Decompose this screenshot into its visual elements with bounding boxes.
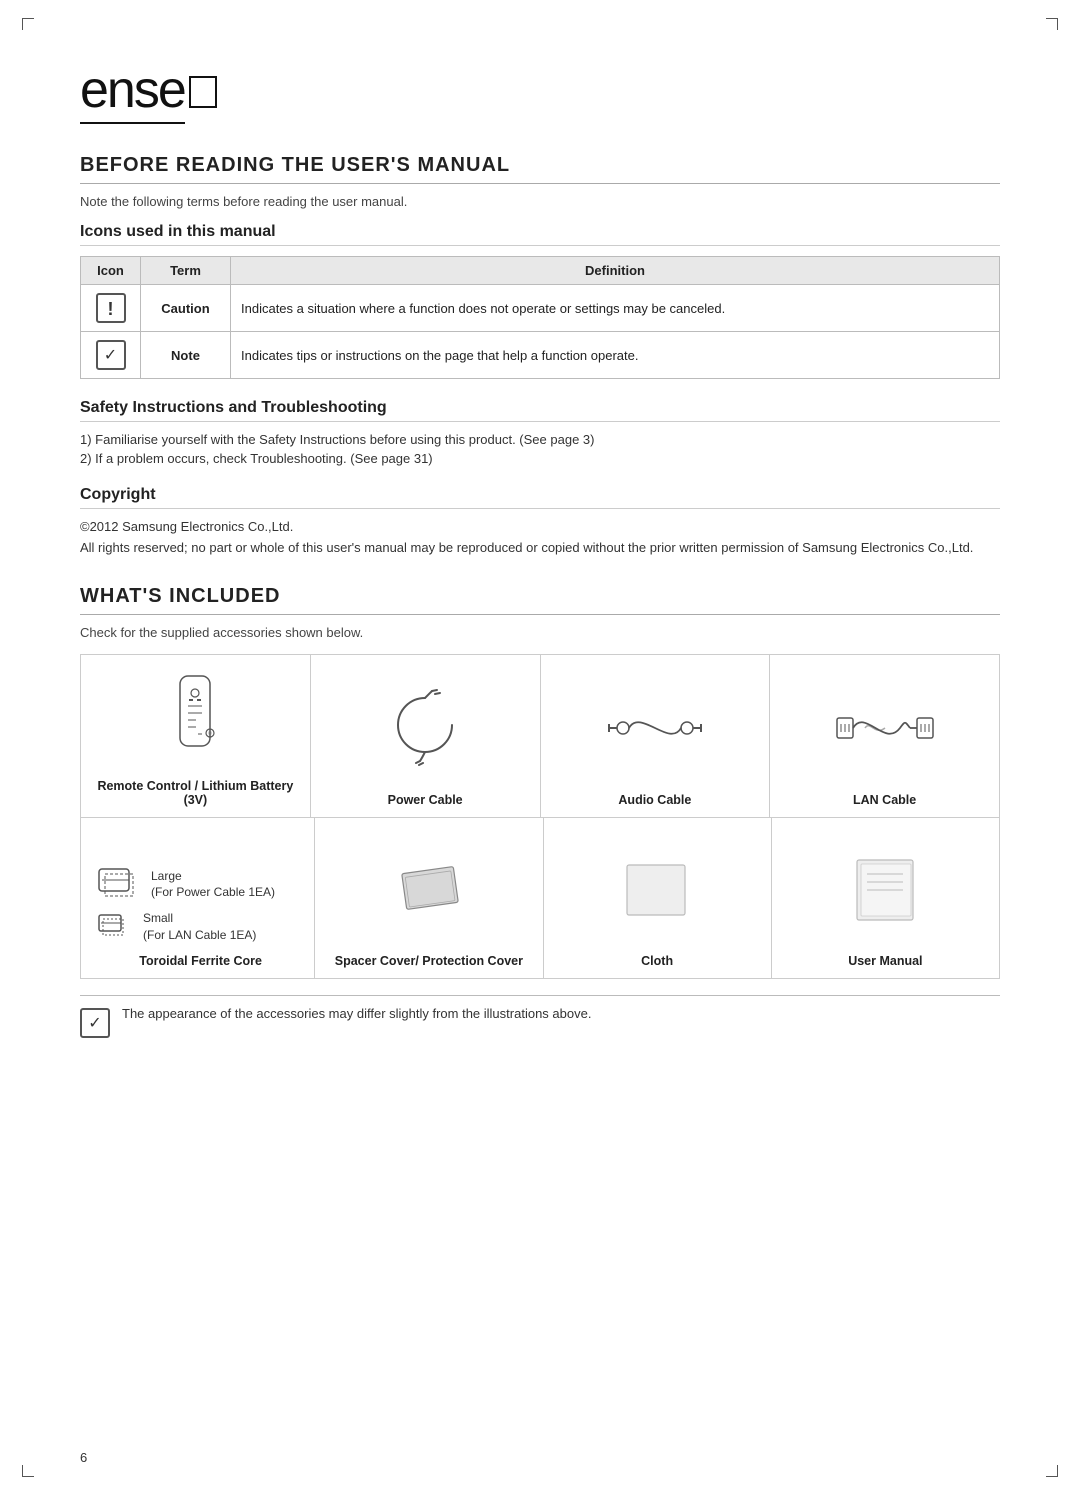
corner-mark-tl [22, 18, 34, 30]
power-cable-cell: Power Cable [311, 655, 541, 817]
corner-mark-tr [1046, 18, 1058, 30]
spacer-cover-label: Spacer Cover/ Protection Cover [335, 954, 523, 968]
table-row: ! Caution Indicates a situation where a … [81, 285, 1000, 332]
note-icon-footer [80, 1008, 110, 1038]
safety-section: Safety Instructions and Troubleshooting … [80, 399, 1000, 466]
toroidal-small-text: Small (For LAN Cable 1EA) [143, 910, 256, 944]
cloth-label: Cloth [641, 954, 673, 968]
copyright-subtitle: Copyright [80, 486, 1000, 509]
spacer-cover-cell: Spacer Cover/ Protection Cover [315, 818, 543, 978]
copyright-line-2: All rights reserved; no part or whole of… [80, 540, 1000, 555]
caution-icon: ! [96, 293, 126, 323]
logo-text: ense [80, 60, 185, 124]
footer-note-text: The appearance of the accessories may di… [122, 1006, 591, 1021]
before-reading-title: BEFORE READING THE USER'S MANUAL [80, 154, 1000, 184]
lan-cable-cell: LAN Cable [770, 655, 999, 817]
corner-mark-bl [22, 1465, 34, 1477]
list-item: 1) Familiarise yourself with the Safety … [80, 432, 1000, 447]
icons-section: Icons used in this manual Icon Term Defi… [80, 223, 1000, 379]
remote-control-cell: Remote Control / Lithium Battery (3V) [81, 655, 311, 817]
spacer-cover-img [325, 834, 532, 946]
power-cable-label: Power Cable [388, 793, 463, 807]
audio-cable-icon [605, 688, 705, 768]
accessories-grid: Remote Control / Lithium Battery (3V) [80, 654, 1000, 979]
user-manual-img [782, 834, 989, 946]
safety-subtitle: Safety Instructions and Troubleshooting [80, 399, 1000, 422]
audio-cable-cell: Audio Cable [541, 655, 771, 817]
accessories-row-2: Large (For Power Cable 1EA) Small (For [81, 818, 999, 978]
remote-control-img [91, 671, 300, 771]
list-item: 2) If a problem occurs, check Troublesho… [80, 451, 1000, 466]
toroidal-ferrite-label: Toroidal Ferrite Core [139, 954, 262, 968]
lan-cable-icon [835, 688, 935, 768]
copyright-line-1: ©2012 Samsung Electronics Co.,Ltd. [80, 519, 1000, 534]
audio-cable-label: Audio Cable [618, 793, 691, 807]
logo-area: ense [80, 60, 1000, 124]
note-footer-icon [80, 1008, 110, 1038]
before-reading-section: BEFORE READING THE USER'S MANUAL Note th… [80, 154, 1000, 555]
audio-cable-img [551, 671, 760, 785]
power-cable-img [321, 671, 530, 785]
cloth-cell: Cloth [544, 818, 772, 978]
corner-mark-br [1046, 1465, 1058, 1477]
icons-subtitle: Icons used in this manual [80, 223, 1000, 246]
lan-cable-label: LAN Cable [853, 793, 916, 807]
copyright-section: Copyright ©2012 Samsung Electronics Co.,… [80, 486, 1000, 555]
whats-included-title: WHAT'S INCLUDED [80, 585, 1000, 615]
logo-box [189, 76, 217, 108]
safety-list: 1) Familiarise yourself with the Safety … [80, 432, 1000, 466]
cloth-icon [617, 855, 697, 925]
toroidal-ferrite-cell: Large (For Power Cable 1EA) Small (For [81, 818, 315, 978]
remote-control-label: Remote Control / Lithium Battery (3V) [91, 779, 300, 807]
note-icon-cell [81, 332, 141, 379]
accessories-row-1: Remote Control / Lithium Battery (3V) [81, 655, 999, 818]
footer-note: The appearance of the accessories may di… [80, 995, 1000, 1038]
note-term: Note [141, 332, 231, 379]
table-row: Note Indicates tips or instructions on t… [81, 332, 1000, 379]
lan-cable-img [780, 671, 989, 785]
cloth-img [554, 834, 761, 946]
toroidal-large-sub: Large (For Power Cable 1EA) [97, 864, 275, 904]
user-manual-label: User Manual [848, 954, 922, 968]
whats-included-description: Check for the supplied accessories shown… [80, 625, 1000, 640]
toroidal-large-icon [97, 864, 141, 904]
toroidal-large-text: Large (For Power Cable 1EA) [151, 868, 275, 902]
col-term: Term [141, 257, 231, 285]
power-cable-icon [380, 683, 470, 773]
user-manual-icon [845, 850, 925, 930]
note-icon [96, 340, 126, 370]
spacer-cover-icon [389, 850, 469, 930]
col-definition: Definition [231, 257, 1000, 285]
user-manual-cell: User Manual [772, 818, 999, 978]
note-definition: Indicates tips or instructions on the pa… [231, 332, 1000, 379]
page-number: 6 [80, 1450, 87, 1465]
before-reading-description: Note the following terms before reading … [80, 194, 1000, 209]
caution-definition: Indicates a situation where a function d… [231, 285, 1000, 332]
col-icon: Icon [81, 257, 141, 285]
toroidal-small-sub: Small (For LAN Cable 1EA) [97, 910, 256, 944]
caution-icon-cell: ! [81, 285, 141, 332]
remote-control-icon [160, 671, 230, 771]
icons-table: Icon Term Definition ! Caution Indicates… [80, 256, 1000, 379]
toroidal-small-icon [97, 911, 133, 943]
whats-included-section: WHAT'S INCLUDED Check for the supplied a… [80, 585, 1000, 1038]
caution-term: Caution [141, 285, 231, 332]
